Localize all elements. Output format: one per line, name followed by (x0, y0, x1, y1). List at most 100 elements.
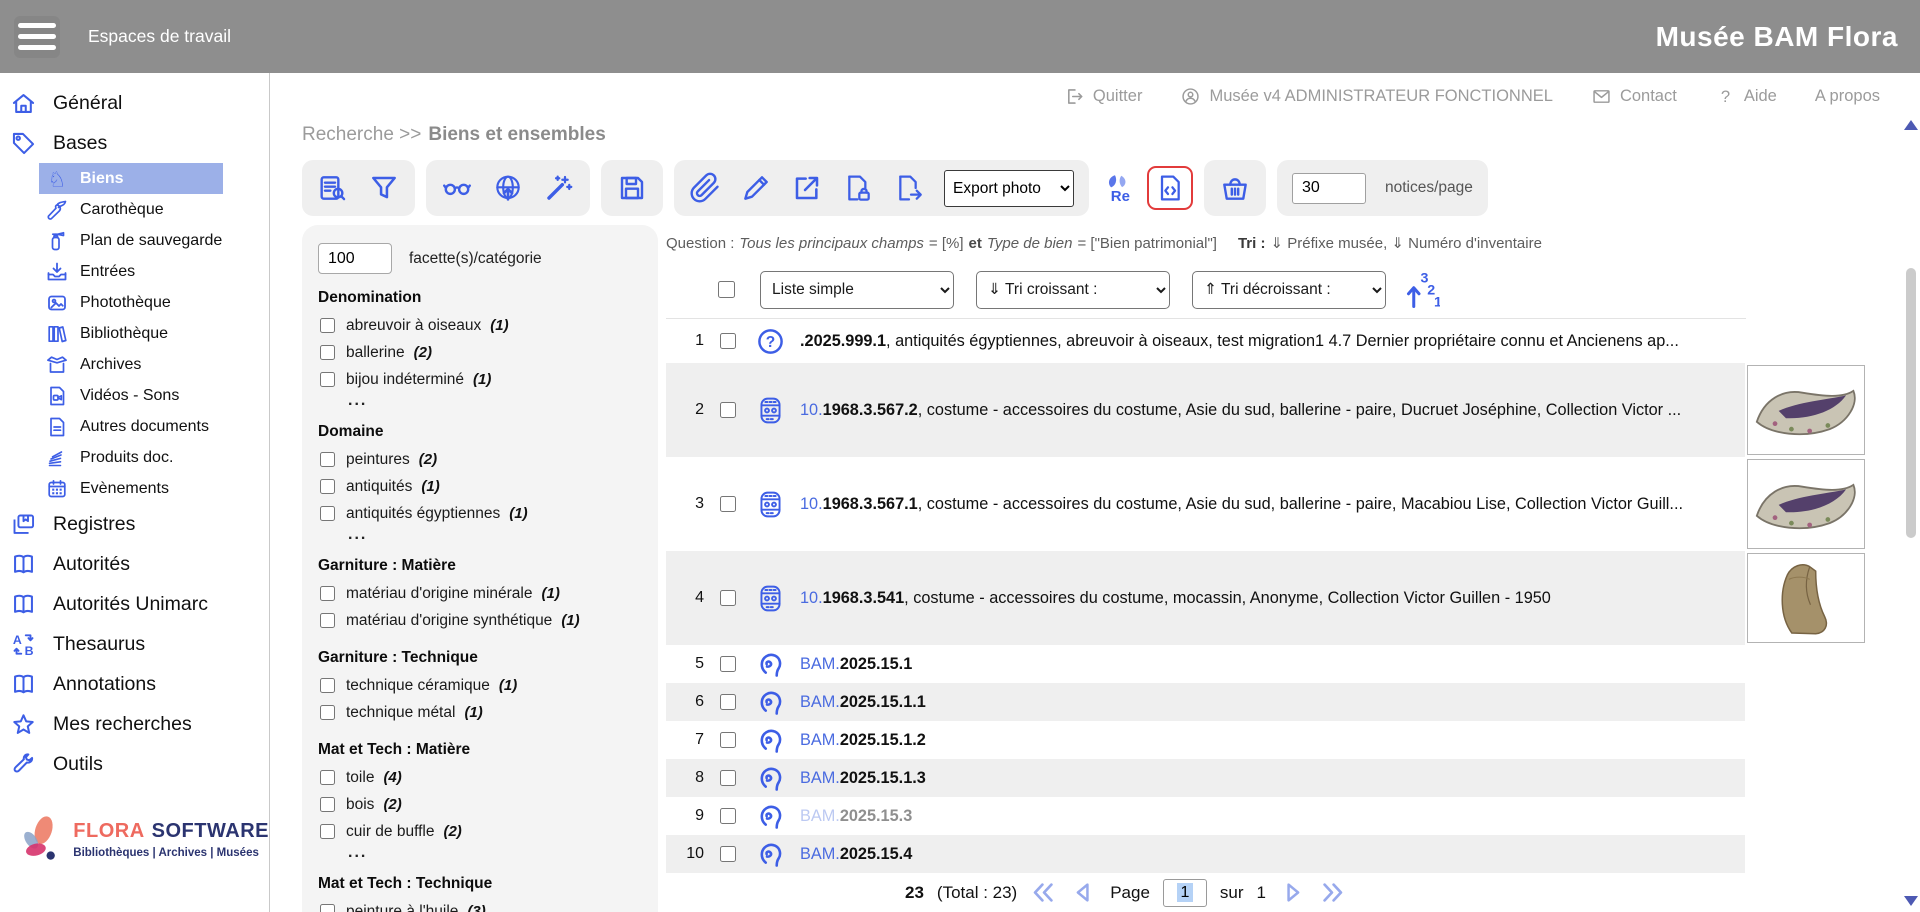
facet-checkbox[interactable] (320, 824, 335, 839)
multi-sort-icon[interactable] (1404, 269, 1440, 311)
sidebar-item[interactable]: Entrées (39, 256, 223, 287)
last-page-button[interactable] (1319, 879, 1346, 906)
sidebar-item[interactable]: Autres documents (39, 411, 223, 442)
facet-item[interactable]: ballerine (2) (318, 339, 642, 366)
first-page-button[interactable] (1030, 879, 1057, 906)
facet-checkbox[interactable] (320, 506, 335, 521)
facet-checkbox[interactable] (320, 613, 335, 628)
facet-checkbox[interactable] (320, 586, 335, 601)
result-row[interactable]: 4 10.1968.3.541, costume - accessoires d… (666, 551, 1745, 645)
row-checkbox[interactable] (720, 656, 736, 672)
facet-item[interactable]: antiquités égyptiennes (1) (318, 500, 642, 527)
document-export-button[interactable] (893, 172, 925, 204)
facet-item[interactable]: matériau d'origine minérale (1) (318, 580, 642, 607)
sidebar-item[interactable]: Registres (0, 504, 269, 544)
scrollbar-thumb[interactable] (1906, 268, 1916, 538)
facet-item[interactable]: bijou indéterminé (1) (318, 366, 642, 393)
row-checkbox[interactable] (720, 333, 736, 349)
result-row[interactable]: 7 BAM.2025.15.1.2 (666, 721, 1745, 759)
sidebar-item[interactable]: Général (0, 83, 269, 123)
query-form-button[interactable] (317, 172, 349, 204)
facet-checkbox[interactable] (320, 678, 335, 693)
result-row[interactable]: 2 10.1968.3.567.2, costume - accessoires… (666, 363, 1745, 457)
record-prefix-link[interactable]: BAM. (800, 807, 840, 825)
shoe-icon[interactable] (1747, 365, 1865, 455)
shoe-icon[interactable] (1747, 459, 1865, 549)
about-link[interactable]: A propos (1815, 87, 1880, 106)
record-prefix-link[interactable]: BAM. (800, 731, 840, 749)
row-checkbox[interactable] (720, 402, 736, 418)
result-row[interactable]: 3 10.1968.3.567.1, costume - accessoires… (666, 457, 1745, 551)
sidebar-item[interactable]: Plan de sauvegarde (39, 225, 223, 256)
select-all-checkbox[interactable] (718, 281, 735, 298)
glasses-view-button[interactable] (441, 172, 473, 204)
sidebar-item[interactable]: Carothèque (39, 194, 223, 225)
result-row[interactable]: 9 BAM.2025.15.3 (666, 797, 1745, 835)
scroll-down-arrow-icon[interactable] (1904, 896, 1918, 906)
sidebar-item[interactable]: Mes recherches (0, 704, 269, 744)
basket-button[interactable] (1219, 172, 1251, 204)
facet-item[interactable]: peinture à l'huile (3) (318, 898, 642, 912)
facet-item[interactable]: antiquités (1) (318, 473, 642, 500)
facets-count-input[interactable] (318, 243, 392, 274)
record-prefix-link[interactable]: BAM. (800, 845, 840, 863)
facet-checkbox[interactable] (320, 345, 335, 360)
sidebar-item[interactable]: Autorités (0, 544, 269, 584)
facet-checkbox[interactable] (320, 479, 335, 494)
sidebar-item[interactable]: Outils (0, 744, 269, 784)
current-user[interactable]: Musée v4 ADMINISTRATEUR FONCTIONNEL (1180, 86, 1553, 107)
facet-more-ellipsis[interactable]: ... (348, 845, 642, 860)
external-link-button[interactable] (791, 172, 823, 204)
row-checkbox[interactable] (720, 496, 736, 512)
sidebar-item[interactable]: Produits doc. (39, 442, 223, 473)
document-code-button[interactable] (1154, 172, 1186, 204)
record-prefix-link[interactable]: BAM. (800, 693, 840, 711)
record-prefix-link[interactable]: 10. (800, 589, 823, 607)
result-row[interactable]: 10 BAM.2025.15.4 (666, 835, 1745, 873)
facet-checkbox[interactable] (320, 797, 335, 812)
record-prefix-link[interactable]: 10. (800, 495, 823, 513)
next-page-button[interactable] (1279, 879, 1306, 906)
sidebar-item[interactable]: Thesaurus (0, 624, 269, 664)
facet-checkbox[interactable] (320, 770, 335, 785)
result-row[interactable]: 1 .2025.999.1, antiquités égyptiennes, a… (666, 319, 1745, 363)
facet-checkbox[interactable] (320, 318, 335, 333)
record-prefix-link[interactable]: 10. (800, 401, 823, 419)
globe-publish-button[interactable] (492, 172, 524, 204)
sidebar-item[interactable]: Photothèque (39, 287, 223, 318)
edit-button[interactable] (740, 172, 772, 204)
sidebar-item[interactable]: Vidéos - Sons (39, 380, 223, 411)
facet-checkbox[interactable] (320, 904, 335, 912)
sidebar-item[interactable]: Evènements (39, 473, 223, 504)
sidebar-item[interactable]: Biens (39, 163, 223, 194)
quit-link[interactable]: Quitter (1064, 86, 1143, 107)
sort-ascending-select[interactable]: ⇓ Tri croissant : (976, 271, 1170, 309)
moccasin-icon[interactable] (1747, 553, 1865, 643)
sidebar-item[interactable]: Bibliothèque (39, 318, 223, 349)
filter-button[interactable] (368, 172, 400, 204)
document-lock-button[interactable] (842, 172, 874, 204)
notices-per-page-input[interactable] (1292, 173, 1366, 204)
facet-item[interactable]: peintures (2) (318, 446, 642, 473)
facet-item[interactable]: toile (4) (318, 764, 642, 791)
result-row[interactable]: 6 BAM.2025.15.1.1 (666, 683, 1745, 721)
sidebar-item[interactable]: Archives (39, 349, 223, 380)
scroll-up-arrow-icon[interactable] (1904, 120, 1918, 130)
row-checkbox[interactable] (720, 590, 736, 606)
view-mode-select[interactable]: Liste simple (760, 271, 954, 309)
record-prefix-link[interactable]: BAM. (800, 655, 840, 673)
result-row[interactable]: 8 BAM.2025.15.1.3 (666, 759, 1745, 797)
magic-wand-button[interactable] (543, 172, 575, 204)
facet-item[interactable]: abreuvoir à oiseaux (1) (318, 312, 642, 339)
row-checkbox[interactable] (720, 770, 736, 786)
export-photo-select[interactable]: Export photo (944, 170, 1074, 207)
row-checkbox[interactable] (720, 846, 736, 862)
row-checkbox[interactable] (720, 732, 736, 748)
attach-button[interactable] (689, 172, 721, 204)
hamburger-menu-button[interactable] (14, 16, 60, 58)
facet-more-ellipsis[interactable]: ... (348, 527, 642, 542)
help-link[interactable]: Aide (1715, 86, 1777, 107)
facet-item[interactable]: bois (2) (318, 791, 642, 818)
workspace-label[interactable]: Espaces de travail (88, 26, 231, 47)
previous-page-button[interactable] (1070, 879, 1097, 906)
